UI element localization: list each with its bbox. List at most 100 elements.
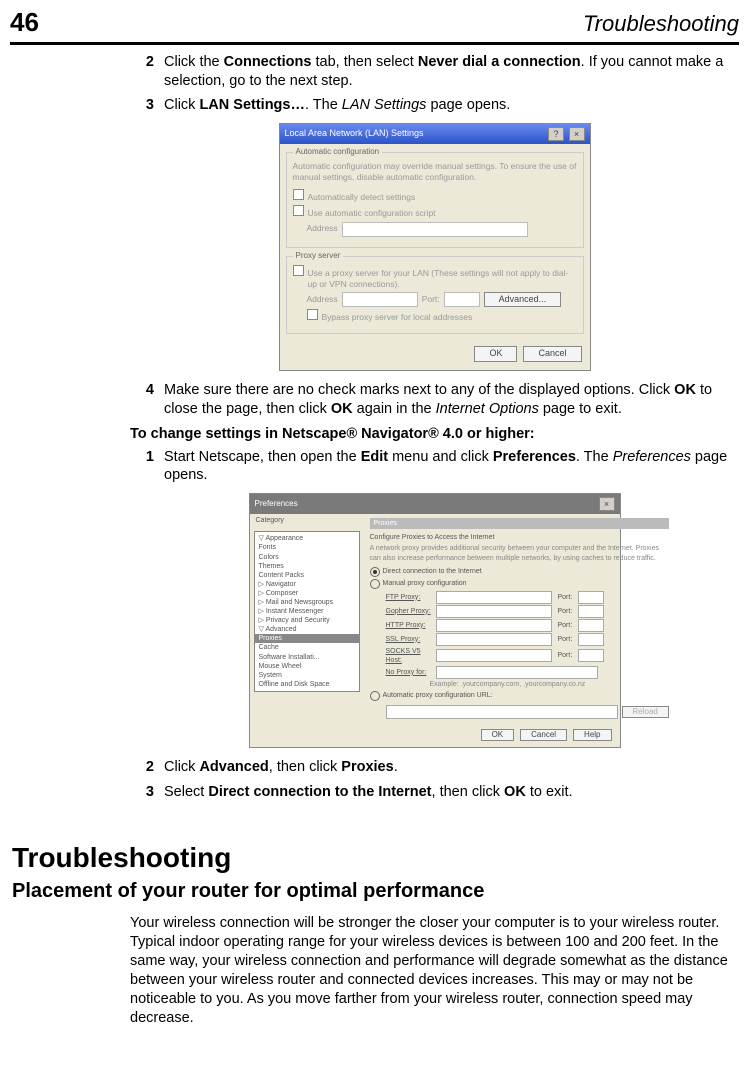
ok-button[interactable]: OK — [481, 729, 515, 741]
close-icon[interactable]: × — [599, 497, 615, 511]
proxy-address-field[interactable] — [342, 292, 418, 307]
proxy-row: SOCKS V5 Host:Port: — [386, 647, 669, 665]
step-text: Make sure there are no check marks next … — [164, 381, 739, 419]
netscape-heading: To change settings in Netscape® Navigato… — [130, 425, 739, 444]
category-tree[interactable]: ▽ Appearance Fonts Colors Themes Content… — [254, 531, 360, 692]
panel-desc: A network proxy provides additional secu… — [370, 544, 669, 562]
checkbox-icon — [293, 205, 304, 216]
noproxy-label: No Proxy for: — [386, 668, 436, 677]
tree-item[interactable]: ▷ Instant Messenger — [255, 607, 359, 616]
ok-button[interactable]: OK — [474, 346, 517, 362]
address-field[interactable] — [342, 222, 528, 237]
proxy-host-field[interactable] — [436, 619, 552, 632]
category-label: Category — [250, 514, 364, 527]
tree-item[interactable]: ▷ Composer — [255, 589, 359, 598]
proxy-host-field[interactable] — [436, 649, 552, 662]
radio-direct[interactable]: Direct connection to the Internet — [370, 567, 669, 577]
proxy-label: Gopher Proxy: — [386, 607, 436, 616]
dialog-titlebar: Local Area Network (LAN) Settings ? × — [280, 124, 590, 144]
advanced-button[interactable]: Advanced... — [484, 292, 562, 308]
tree-item[interactable]: ▷ Privacy and Security — [255, 616, 359, 625]
radio-manual[interactable]: Manual proxy configuration — [370, 579, 669, 589]
port-label: Port: — [558, 621, 578, 630]
radio-auto-url[interactable]: Automatic proxy configuration URL: — [370, 691, 669, 701]
auto-url-field[interactable] — [386, 705, 618, 719]
tree-item[interactable]: Offline and Disk Space — [255, 680, 359, 689]
dialog-titlebar: Preferences × — [250, 494, 620, 514]
checkbox-use-script[interactable]: Use automatic configuration script — [293, 205, 577, 219]
proxy-row: FTP Proxy:Port: — [386, 591, 669, 604]
proxy-port-field[interactable] — [578, 619, 604, 632]
proxy-row: SSL Proxy:Port: — [386, 633, 669, 646]
dialog-title-text: Preferences — [255, 499, 298, 509]
proxy-host-field[interactable] — [436, 591, 552, 604]
tree-item[interactable]: ▽ Appearance — [255, 534, 359, 543]
proxy-port-field[interactable] — [578, 633, 604, 646]
instruction-step: 3Click LAN Settings…. The LAN Settings p… — [130, 96, 739, 115]
tree-item[interactable]: ▷ Navigator — [255, 580, 359, 589]
tree-item[interactable]: System — [255, 671, 359, 680]
proxy-group: Proxy server Use a proxy server for your… — [286, 256, 584, 335]
tree-item[interactable]: Colors — [255, 553, 359, 562]
proxy-row: Gopher Proxy: Port: — [386, 605, 669, 618]
proxy-label: HTTP Proxy: — [386, 621, 436, 630]
noproxy-field[interactable] — [436, 666, 598, 679]
page-number: 46 — [10, 6, 39, 40]
tree-item[interactable]: Software Installati... — [255, 653, 359, 662]
lan-settings-dialog: Local Area Network (LAN) Settings ? × Au… — [279, 123, 591, 371]
port-label: Port: — [422, 294, 440, 305]
step-number: 4 — [130, 381, 164, 419]
tree-item[interactable]: Cache — [255, 643, 359, 652]
proxy-port-field[interactable] — [578, 605, 604, 618]
tree-item[interactable]: Fonts — [255, 543, 359, 552]
checkbox-icon — [307, 309, 318, 320]
step-number: 2 — [130, 758, 164, 777]
page-header: 46 Troubleshooting — [10, 0, 739, 45]
tree-item[interactable]: Content Packs — [255, 571, 359, 580]
radio-icon — [370, 691, 380, 701]
tree-item[interactable]: Proxies — [255, 634, 359, 643]
instruction-step: 2Click Advanced, then click Proxies. — [130, 758, 739, 777]
proxy-row: HTTP Proxy: Port: — [386, 619, 669, 632]
address-label: Address — [307, 223, 338, 234]
port-label: Port: — [558, 607, 578, 616]
checkbox-bypass[interactable]: Bypass proxy server for local addresses — [307, 309, 577, 323]
cancel-button[interactable]: Cancel — [520, 729, 567, 741]
tree-item[interactable]: Themes — [255, 562, 359, 571]
proxy-host-field[interactable] — [436, 633, 552, 646]
dialog-title-buttons: × — [597, 497, 615, 511]
tree-item[interactable]: Mouse Wheel — [255, 662, 359, 671]
instruction-step: 3Select Direct connection to the Interne… — [130, 783, 739, 802]
preferences-dialog: Preferences × Category ▽ Appearance Font… — [249, 493, 621, 748]
reload-button[interactable]: Reload — [622, 706, 669, 718]
dialog-title-text: Local Area Network (LAN) Settings — [285, 128, 424, 140]
placement-heading: Placement of your router for optimal per… — [12, 878, 749, 904]
step-text: Select Direct connection to the Internet… — [164, 783, 739, 802]
help-button[interactable]: Help — [573, 729, 611, 741]
step-number: 3 — [130, 783, 164, 802]
checkbox-auto-detect[interactable]: Automatically detect settings — [293, 189, 577, 203]
proxy-label: FTP Proxy: — [386, 593, 436, 602]
panel-heading: Proxies — [370, 518, 669, 529]
header-title: Troubleshooting — [583, 10, 739, 39]
proxy-port-field[interactable] — [444, 292, 480, 307]
radio-icon — [370, 567, 380, 577]
panel-subheading: Configure Proxies to Access the Internet — [370, 533, 669, 542]
auto-config-group: Automatic configuration Automatic config… — [286, 152, 584, 247]
proxy-port-field[interactable] — [578, 649, 604, 662]
proxy-port-field[interactable] — [578, 591, 604, 604]
checkbox-use-proxy[interactable]: Use a proxy server for your LAN (These s… — [293, 265, 577, 290]
help-icon[interactable]: ? — [548, 127, 564, 141]
close-icon[interactable]: × — [569, 127, 585, 141]
cancel-button[interactable]: Cancel — [523, 346, 581, 362]
proxy-host-field[interactable] — [436, 605, 552, 618]
example-text: Example: .yourcompany.com, .yourcompany.… — [430, 680, 669, 689]
step-text: Click the Connections tab, then select N… — [164, 53, 739, 91]
step-number: 2 — [130, 53, 164, 91]
instruction-step: 1Start Netscape, then open the Edit menu… — [130, 448, 739, 486]
step-text: Click LAN Settings…. The LAN Settings pa… — [164, 96, 739, 115]
tree-item[interactable]: ▷ Mail and Newsgroups — [255, 598, 359, 607]
tree-item[interactable]: ▽ Advanced — [255, 625, 359, 634]
instruction-step: 4Make sure there are no check marks next… — [130, 381, 739, 419]
step-text: Click Advanced, then click Proxies. — [164, 758, 739, 777]
